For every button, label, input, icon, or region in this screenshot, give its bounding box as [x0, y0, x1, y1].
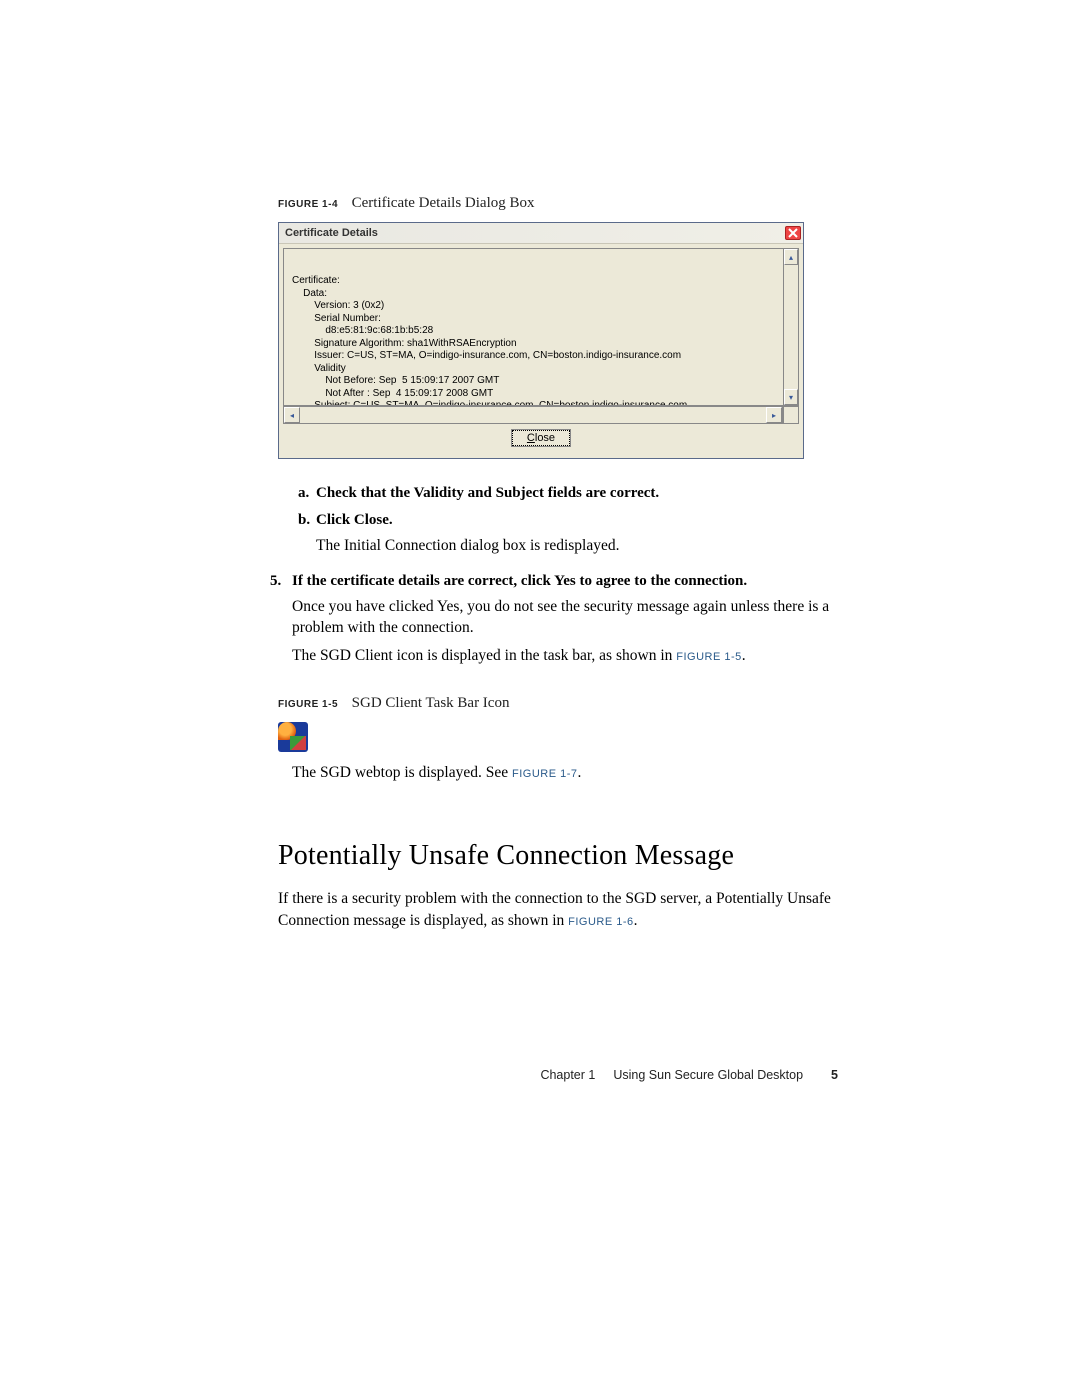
certificate-details-dialog: Certificate Details Certificate: Data: V… [278, 222, 804, 459]
close-button[interactable]: Close [512, 430, 570, 446]
figure-title: SGD Client Task Bar Icon [352, 695, 510, 711]
step-5: 5. If the certificate details are correc… [270, 573, 838, 590]
sgd-client-taskbar-icon [278, 722, 308, 752]
scroll-left-icon[interactable]: ◂ [284, 407, 300, 423]
step-5-para-2: The SGD Client icon is displayed in the … [292, 645, 838, 667]
figure-1-4-caption: FIGURE 1-4 Certificate Details Dialog Bo… [278, 195, 838, 212]
figure-label: FIGURE 1-4 [278, 199, 338, 210]
horizontal-scrollbar[interactable]: ◂ ▸ [283, 406, 783, 424]
footer-title: Using Sun Secure Global Desktop [613, 1068, 803, 1082]
substep-marker: b. [298, 512, 316, 529]
step-number: 5. [270, 573, 292, 590]
step-text: If the certificate details are correct, … [292, 573, 747, 590]
scroll-right-icon[interactable]: ▸ [766, 407, 782, 423]
page-footer: Chapter 1 Using Sun Secure Global Deskto… [278, 1068, 838, 1082]
figure-title: Certificate Details Dialog Box [352, 195, 535, 211]
footer-chapter: Chapter 1 [540, 1068, 595, 1082]
substep-marker: a. [298, 485, 316, 502]
section-para: If there is a security problem with the … [278, 888, 838, 933]
scroll-up-icon[interactable]: ▴ [784, 249, 798, 265]
dialog-title: Certificate Details [285, 227, 378, 239]
scroll-down-icon[interactable]: ▾ [784, 389, 798, 405]
certificate-text: Certificate: Data: Version: 3 (0x2) Seri… [283, 248, 788, 406]
figure-1-5-caption: FIGURE 1-5 SGD Client Task Bar Icon [278, 695, 838, 712]
section-heading: Potentially Unsafe Connection Message [278, 840, 838, 872]
dialog-titlebar: Certificate Details [279, 223, 803, 244]
substep-a: a. Check that the Validity and Subject f… [298, 485, 838, 502]
figure-1-6-ref[interactable]: FIGURE 1-6 [568, 916, 634, 928]
figure-1-7-ref[interactable]: FIGURE 1-7 [512, 768, 578, 780]
substep-b: b. Click Close. [298, 512, 838, 529]
scrollbar-track[interactable] [300, 407, 766, 423]
substep-text: Check that the Validity and Subject fiel… [316, 485, 659, 502]
certificate-text-panel: Certificate: Data: Version: 3 (0x2) Seri… [283, 248, 799, 424]
substep-b-description: The Initial Connection dialog box is red… [316, 535, 838, 557]
scrollbar-corner [783, 406, 799, 424]
step-5-para-1: Once you have clicked Yes, you do not se… [292, 596, 838, 639]
figure-1-5-ref[interactable]: FIGURE 1-5 [676, 651, 742, 663]
close-icon[interactable] [785, 226, 801, 240]
vertical-scrollbar[interactable]: ▴ ▾ [783, 248, 799, 406]
figure-label: FIGURE 1-5 [278, 699, 338, 710]
scrollbar-track[interactable] [784, 265, 798, 389]
webtop-para: The SGD webtop is displayed. See FIGURE … [292, 764, 838, 782]
substep-text: Click Close. [316, 512, 393, 529]
footer-page-number: 5 [831, 1068, 838, 1082]
